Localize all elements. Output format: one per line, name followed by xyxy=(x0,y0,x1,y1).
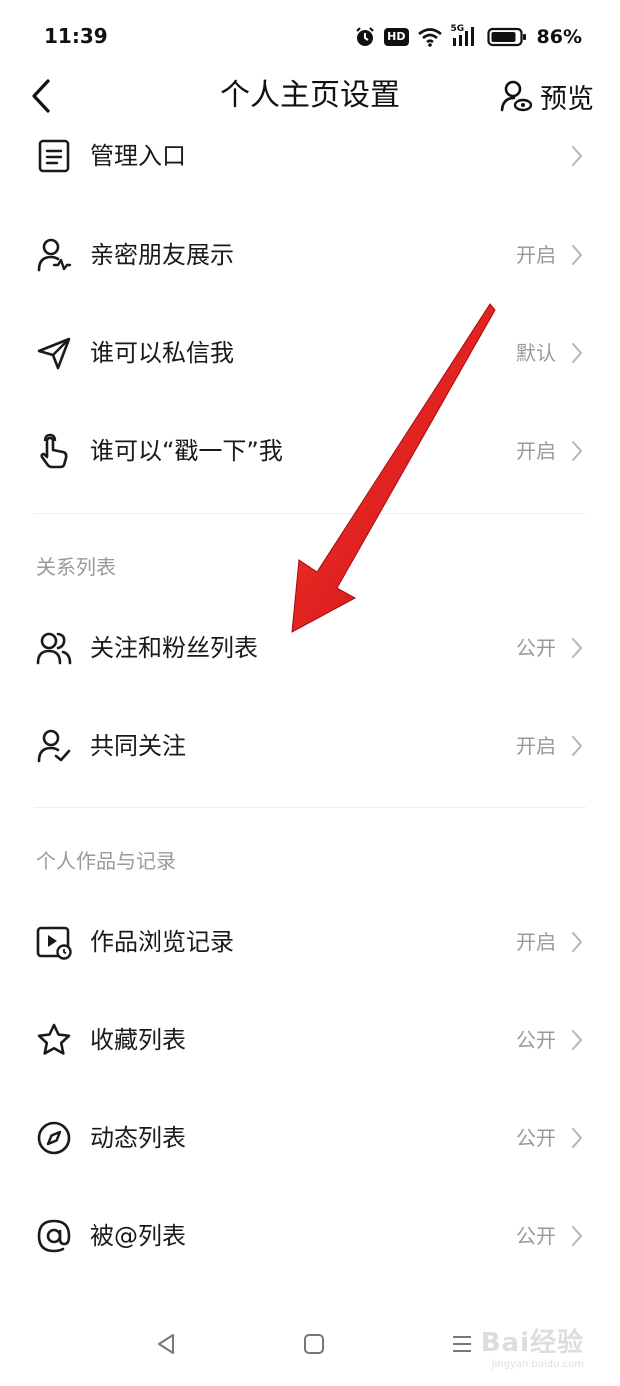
row-value: 开启 xyxy=(516,734,556,758)
row-value: 公开 xyxy=(516,1028,556,1052)
row-label: 亲密朋友展示 xyxy=(90,241,234,269)
row-label: 动态列表 xyxy=(90,1124,186,1152)
row-label: 作品浏览记录 xyxy=(90,928,234,956)
chevron-right-icon xyxy=(572,343,582,363)
system-back-button[interactable] xyxy=(146,1324,186,1364)
divider xyxy=(34,513,586,514)
preview-button[interactable]: 预览 xyxy=(500,76,594,116)
status-time: 11:39 xyxy=(44,24,108,48)
red-arrow-annotation xyxy=(291,303,496,633)
divider xyxy=(34,807,586,808)
chevron-right-icon xyxy=(572,1128,582,1148)
chevron-right-icon xyxy=(572,932,582,952)
user-heart-icon xyxy=(37,238,72,272)
row-label: 被@列表 xyxy=(90,1222,186,1250)
preview-icon xyxy=(500,80,532,112)
baidu-jingyan-watermark: Bai经验 jingyan.baidu.com xyxy=(481,1322,584,1370)
setting-row-favorites-list[interactable]: 收藏列表 公开 xyxy=(0,1010,620,1070)
chevron-right-icon xyxy=(572,245,582,265)
chevron-right-icon xyxy=(572,146,582,166)
chevron-right-icon xyxy=(572,638,582,658)
tap-hand-icon xyxy=(40,433,68,469)
setting-row-follow-fans-list[interactable]: 关注和粉丝列表 公开 xyxy=(0,618,620,678)
setting-row-works-history[interactable]: 作品浏览记录 开启 xyxy=(0,912,620,972)
row-value: 默认 xyxy=(516,341,556,365)
status-icons: HD 5G 86% xyxy=(354,22,582,52)
chevron-right-icon xyxy=(572,1226,582,1246)
alarm-icon xyxy=(356,27,374,46)
row-label: 谁可以私信我 xyxy=(90,339,234,367)
row-label: 共同关注 xyxy=(90,732,186,760)
row-value: 公开 xyxy=(516,1126,556,1150)
system-home-button[interactable] xyxy=(294,1324,334,1364)
square-home-icon xyxy=(304,1334,324,1354)
send-icon xyxy=(37,337,71,370)
chevron-right-icon xyxy=(572,1030,582,1050)
signal-icon: 5G xyxy=(451,24,479,48)
list-icon xyxy=(38,139,70,173)
setting-row-mentions-list[interactable]: 被@列表 公开 xyxy=(0,1206,620,1266)
status-bar: 11:39 HD 5G 86% xyxy=(0,0,620,76)
chevron-right-icon xyxy=(572,736,582,756)
at-icon xyxy=(37,1219,71,1253)
setting-row-who-can-poke[interactable]: 谁可以“戳一下”我 开启 xyxy=(0,421,620,481)
back-arrow-icon xyxy=(32,79,50,113)
row-label: 管理入口 xyxy=(90,142,186,170)
chevron-right-icon xyxy=(572,441,582,461)
row-label: 收藏列表 xyxy=(90,1026,186,1054)
triangle-back-icon xyxy=(158,1334,174,1354)
row-value: 公开 xyxy=(516,1224,556,1248)
watermark-url: jingyan.baidu.com xyxy=(491,1359,584,1370)
back-button[interactable] xyxy=(30,76,70,116)
row-value: 公开 xyxy=(516,636,556,660)
setting-row-close-friends[interactable]: 亲密朋友展示 开启 xyxy=(0,225,620,285)
user-check-icon xyxy=(37,729,71,763)
setting-row-activity-list[interactable]: 动态列表 公开 xyxy=(0,1108,620,1168)
menu-lines-icon xyxy=(453,1336,471,1352)
section-title-relations: 关系列表 xyxy=(36,555,116,579)
system-menu-button[interactable] xyxy=(442,1324,482,1364)
section-title-works: 个人作品与记录 xyxy=(36,849,176,873)
setting-row-who-can-message[interactable]: 谁可以私信我 默认 xyxy=(0,323,620,383)
wifi-icon xyxy=(417,28,442,47)
row-label: 谁可以“戳一下”我 xyxy=(90,437,283,465)
battery-percent: 86% xyxy=(536,26,582,48)
watermark-logo-text: Bai经验 xyxy=(480,1328,584,1358)
row-value: 开启 xyxy=(516,930,556,954)
setting-row-manage-entry[interactable]: 管理入口 xyxy=(0,126,620,186)
row-label: 关注和粉丝列表 xyxy=(90,634,258,662)
star-icon xyxy=(37,1023,71,1055)
header: 个人主页设置 预览 xyxy=(0,76,620,116)
compass-icon xyxy=(37,1121,71,1155)
preview-label: 预览 xyxy=(540,83,594,115)
hd-icon: HD xyxy=(384,28,409,46)
setting-row-mutual-follow[interactable]: 共同关注 开启 xyxy=(0,716,620,776)
row-value: 开启 xyxy=(516,243,556,267)
users-icon xyxy=(36,632,72,665)
row-value: 开启 xyxy=(516,439,556,463)
video-history-icon xyxy=(36,926,72,960)
battery-icon xyxy=(486,27,526,47)
